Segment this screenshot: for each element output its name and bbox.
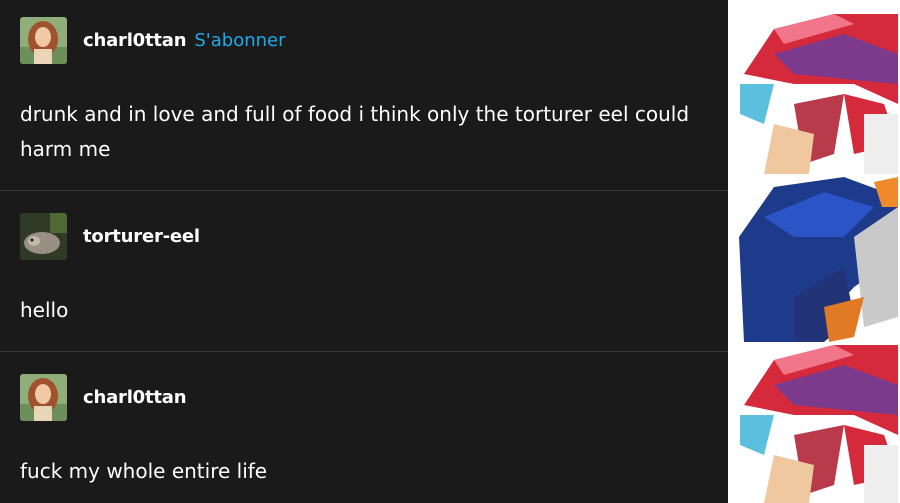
red-helmet-character-image	[734, 345, 898, 503]
post-header: charl0ttan	[20, 374, 187, 421]
username-link[interactable]: charl0ttan	[83, 30, 187, 51]
username-link[interactable]: charl0ttan	[83, 387, 187, 408]
blue-helmet-character-image	[734, 177, 898, 342]
post-header: torturer-eel	[20, 213, 200, 260]
woman-portrait-icon[interactable]	[20, 17, 67, 64]
username-link[interactable]: torturer-eel	[83, 226, 200, 247]
reaction-image-panel	[728, 0, 900, 503]
post-text: fuck my whole entire life	[20, 459, 268, 483]
follow-button[interactable]: S'abonner	[194, 30, 285, 51]
post-text: hello	[20, 298, 69, 322]
post-text: drunk and in love and full of food i thi…	[20, 102, 690, 161]
post-header: charl0ttan S'abonner	[20, 17, 286, 64]
red-helmet-character-image	[734, 14, 898, 174]
post-divider	[0, 190, 728, 191]
woman-portrait-icon[interactable]	[20, 374, 67, 421]
post-divider	[0, 351, 728, 352]
eel-icon[interactable]	[20, 213, 67, 260]
post-thread: charl0ttan S'abonner drunk and in love a…	[0, 0, 728, 503]
